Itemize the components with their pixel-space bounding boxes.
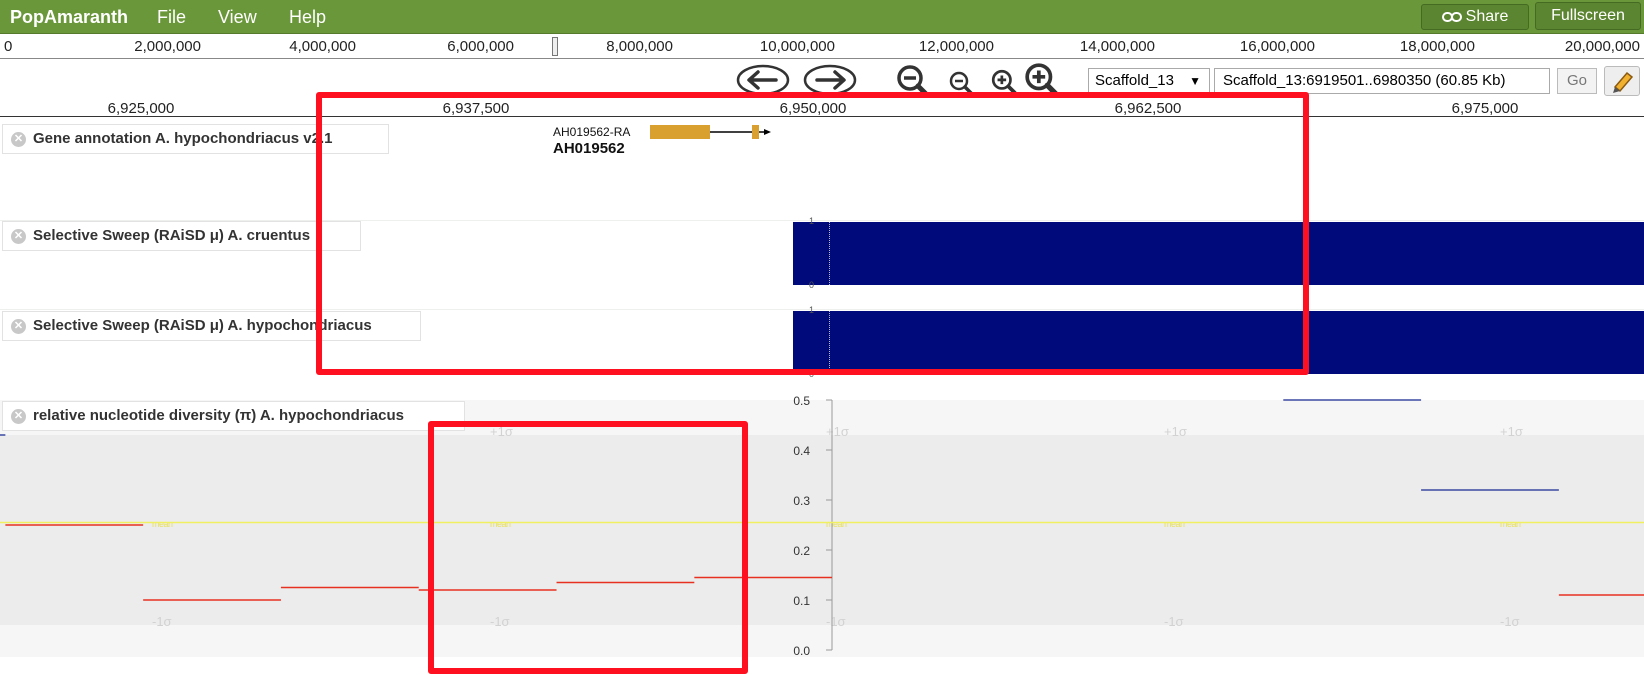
app-title: PopAmaranth	[10, 7, 129, 27]
close-icon[interactable]: ✕	[11, 319, 26, 334]
overview-tick: 8,000,000	[606, 38, 673, 55]
share-button[interactable]: Share	[1421, 4, 1529, 30]
overview-tick: 16,000,000	[1239, 38, 1315, 55]
diversity-plot	[0, 399, 1644, 651]
overview-tick: 4,000,000	[289, 38, 356, 55]
fullscreen-button[interactable]: Fullscreen	[1535, 2, 1641, 30]
highlight-box-lower	[428, 421, 748, 674]
detail-tick: 6,925,000	[107, 100, 175, 117]
track-label-text: Gene annotation A. hypochondriacus v2.1	[33, 130, 333, 147]
link-icon	[1441, 11, 1462, 22]
overview-tick: 0	[4, 38, 13, 55]
overview-tick: 20,000,000	[1564, 38, 1640, 55]
overview-tick: 6,000,000	[447, 38, 514, 55]
app-window: PopAmaranth File View Help Share Fullscr…	[0, 0, 1644, 675]
overview-tick: 2,000,000	[134, 38, 201, 55]
y-tick-label: 0.5	[793, 394, 810, 408]
y-tick-label: 0.4	[793, 444, 810, 458]
detail-tick: 6,975,000	[1451, 100, 1519, 117]
overview-tick: 10,000,000	[759, 38, 835, 55]
track-label-text: relative nucleotide diversity (π) A. hyp…	[33, 407, 405, 424]
overview-location-marker[interactable]	[552, 37, 558, 56]
go-button[interactable]: Go	[1557, 68, 1597, 94]
share-label: Share	[1465, 8, 1509, 25]
location-input[interactable]: Scaffold_13:6919501..6980350 (60.85 Kb)	[1214, 68, 1550, 94]
menu-file[interactable]: File	[157, 7, 186, 28]
close-icon[interactable]: ✕	[11, 409, 26, 424]
y-tick-label: 0.1	[793, 594, 810, 608]
highlight-icon	[1613, 71, 1634, 93]
menubar: PopAmaranth File View Help Share Fullscr…	[0, 0, 1644, 34]
y-tick-label: 0.0	[793, 644, 810, 658]
y-tick-label: 0.2	[793, 544, 810, 558]
menu-view[interactable]: View	[218, 7, 257, 28]
chevron-down-icon: ▼	[1189, 74, 1201, 88]
highlight-button[interactable]	[1604, 66, 1640, 96]
overview-tick: 18,000,000	[1399, 38, 1475, 55]
overview-tick: 12,000,000	[918, 38, 994, 55]
menu-help[interactable]: Help	[289, 7, 326, 28]
reference-sequence-select[interactable]: Scaffold_13 ▼	[1088, 68, 1210, 94]
y-tick-label: 0.3	[793, 494, 810, 508]
close-icon[interactable]: ✕	[11, 132, 26, 147]
track-label-text: Selective Sweep (RAiSD μ) A. cruentus	[33, 227, 311, 244]
reference-sequence-value: Scaffold_13	[1095, 72, 1174, 89]
track-label-sweep-cruentus[interactable]: ✕ Selective Sweep (RAiSD μ) A. cruentus	[2, 221, 361, 251]
close-icon[interactable]: ✕	[11, 229, 26, 244]
track-label-diversity[interactable]: ✕ relative nucleotide diversity (π) A. h…	[2, 401, 465, 431]
highlight-box-upper	[316, 92, 1309, 375]
overview-tick: 14,000,000	[1079, 38, 1155, 55]
overview-ruler[interactable]: 0 2,000,000 4,000,000 6,000,000 8,000,00…	[0, 35, 1644, 59]
